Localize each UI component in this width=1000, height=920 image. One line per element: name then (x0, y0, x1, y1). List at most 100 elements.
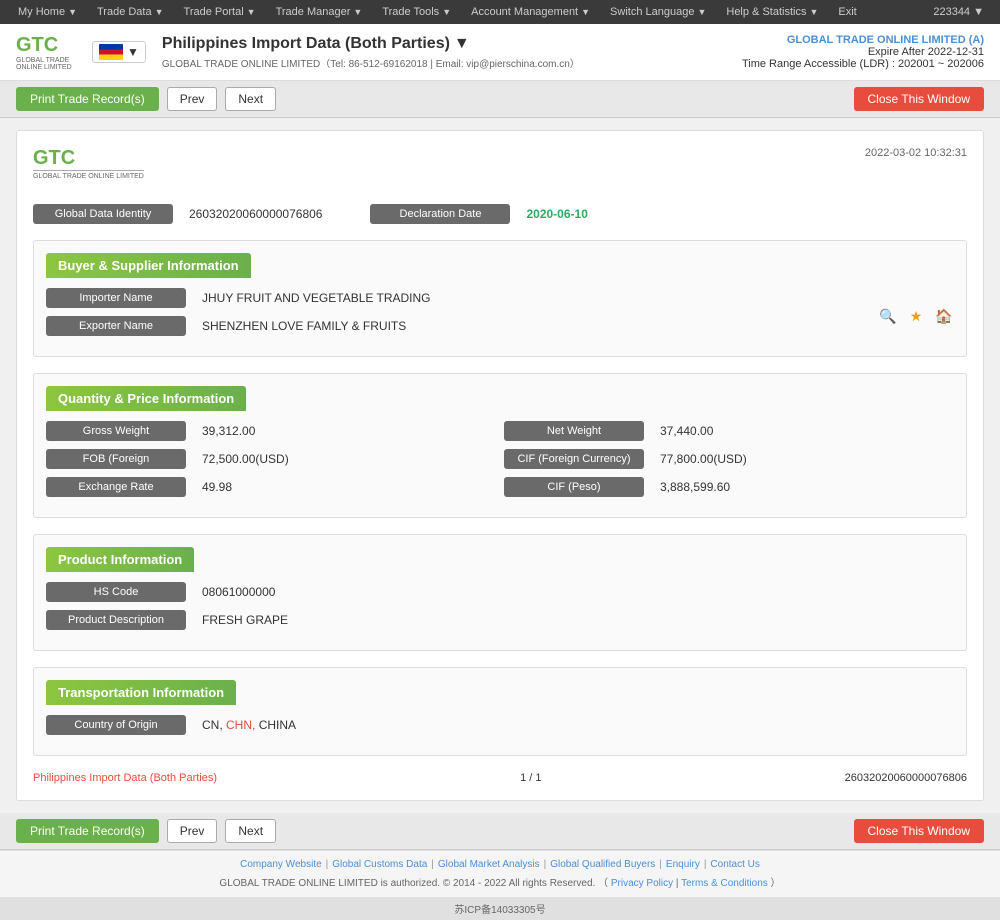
nav-menu: My Home ▼ Trade Data ▼ Trade Portal ▼ Tr… (8, 0, 925, 24)
bottom-next-button[interactable]: Next (225, 819, 276, 843)
global-data-value: 26032020060000076806 (181, 205, 330, 223)
card-logo-sub: GLOBAL TRADE ONLINE LIMITED (33, 170, 144, 180)
bottom-prev-button[interactable]: Prev (167, 819, 218, 843)
chevron-down-icon: ▼ (442, 7, 451, 17)
nav-trade-portal[interactable]: Trade Portal ▼ (174, 0, 266, 24)
country-selector[interactable]: ▼ (92, 41, 146, 63)
main-content: GTC GLOBAL TRADE ONLINE LIMITED 2022-03-… (0, 118, 1000, 813)
global-data-label: Global Data Identity (33, 204, 173, 224)
importer-label: Importer Name (46, 288, 186, 308)
logo-image: GTC GLOBAL TRADE ONLINE LIMITED (16, 32, 76, 72)
search-icon[interactable]: 🔍 (878, 306, 898, 326)
bottom-print-button[interactable]: Print Trade Record(s) (16, 819, 159, 843)
nav-trade-tools[interactable]: Trade Tools ▼ (372, 0, 461, 24)
exchange-rate-label: Exchange Rate (46, 477, 186, 497)
cif-foreign-value: 77,800.00(USD) (652, 450, 755, 468)
importer-row: Importer Name JHUY FRUIT AND VEGETABLE T… (46, 288, 878, 308)
nav-my-home[interactable]: My Home ▼ (8, 0, 87, 24)
gross-weight-label: Gross Weight (46, 421, 186, 441)
origin-china: CHINA (259, 718, 296, 732)
page-title: Philippines Import Data (Both Parties) ▼ (162, 35, 726, 53)
print-trade-record-button[interactable]: Print Trade Record(s) (16, 87, 159, 111)
cif-foreign-label: CIF (Foreign Currency) (504, 449, 644, 469)
footer-privacy-policy[interactable]: Privacy Policy (611, 878, 673, 889)
footer-enquiry[interactable]: Enquiry (666, 859, 700, 870)
global-data-identity-field: Global Data Identity 2603202006000007680… (33, 204, 330, 224)
footer-company-website[interactable]: Company Website (240, 859, 322, 870)
buyer-supplier-title-row: Buyer & Supplier Information (46, 253, 954, 278)
close-window-button[interactable]: Close This Window (854, 87, 984, 111)
logo-text: GTC (16, 34, 76, 57)
quantity-price-section-title: Quantity & Price Information (46, 386, 246, 411)
page-title-area: Philippines Import Data (Both Parties) ▼… (162, 35, 726, 70)
star-icon[interactable]: ★ (906, 306, 926, 326)
nav-account-management[interactable]: Account Management ▼ (461, 0, 600, 24)
footer-contact-us[interactable]: Contact Us (710, 859, 759, 870)
buyer-supplier-row: Importer Name JHUY FRUIT AND VEGETABLE T… (46, 288, 954, 344)
nav-trade-manager[interactable]: Trade Manager ▼ (266, 0, 373, 24)
quantity-price-section: Quantity & Price Information Gross Weigh… (33, 373, 967, 518)
origin-cn: CN, (202, 718, 223, 732)
fob-row: FOB (Foreign 72,500.00(USD) (46, 449, 496, 469)
nav-help-statistics[interactable]: Help & Statistics ▼ (716, 0, 828, 24)
exchange-rate-row: Exchange Rate 49.98 (46, 477, 496, 497)
next-button[interactable]: Next (225, 87, 276, 111)
quantity-price-title-row: Quantity & Price Information (46, 386, 954, 411)
product-desc-value: FRESH GRAPE (194, 611, 296, 629)
footer-global-buyers[interactable]: Global Qualified Buyers (550, 859, 655, 870)
gross-weight-value: 39,312.00 (194, 422, 263, 440)
nav-exit[interactable]: Exit (828, 0, 866, 24)
top-toolbar: Print Trade Record(s) Prev Next Close Th… (0, 81, 1000, 118)
quantity-price-fields: Gross Weight 39,312.00 FOB (Foreign 72,5… (46, 421, 954, 505)
product-title-row: Product Information (46, 547, 954, 572)
product-desc-label: Product Description (46, 610, 186, 630)
declaration-date-label: Declaration Date (370, 204, 510, 224)
bottom-close-button[interactable]: Close This Window (854, 819, 984, 843)
cif-peso-row: CIF (Peso) 3,888,599.60 (504, 477, 954, 497)
cif-foreign-row: CIF (Foreign Currency) 77,800.00(USD) (504, 449, 954, 469)
footer-global-market[interactable]: Global Market Analysis (438, 859, 540, 870)
hs-code-value: 08061000000 (194, 583, 283, 601)
footer-title-link[interactable]: Philippines Import Data (Both Parties) (33, 772, 217, 784)
logo-subtitle: GLOBAL TRADE ONLINE LIMITED (16, 57, 76, 71)
country-origin-label: Country of Origin (46, 715, 186, 735)
philippines-flag-icon (99, 44, 123, 60)
chevron-down-icon: ▼ (68, 7, 77, 17)
account-expire: Expire After 2022-12-31 (742, 46, 984, 58)
footer-copyright: GLOBAL TRADE ONLINE LIMITED is authorize… (16, 874, 984, 889)
user-id[interactable]: 223344 ▼ (925, 6, 992, 18)
hs-code-row: HS Code 08061000000 (46, 582, 954, 602)
chevron-down-icon: ▼ (454, 35, 470, 53)
net-weight-label: Net Weight (504, 421, 644, 441)
identity-row: Global Data Identity 2603202006000007680… (33, 204, 967, 224)
net-weight-value: 37,440.00 (652, 422, 721, 440)
chevron-down-icon: ▼ (155, 7, 164, 17)
bottom-toolbar: Print Trade Record(s) Prev Next Close Th… (0, 813, 1000, 850)
action-icons: 🔍 ★ 🏠 (878, 306, 954, 326)
nav-switch-language[interactable]: Switch Language ▼ (600, 0, 716, 24)
footer-terms-conditions[interactable]: Terms & Conditions (681, 878, 768, 889)
account-range: Time Range Accessible (LDR) : 202001 ~ 2… (742, 58, 984, 70)
chevron-down-icon: ▼ (247, 7, 256, 17)
company-logo: GTC GLOBAL TRADE ONLINE LIMITED (16, 32, 76, 72)
buyer-supplier-section: Buyer & Supplier Information Importer Na… (33, 240, 967, 357)
exporter-row: Exporter Name SHENZHEN LOVE FAMILY & FRU… (46, 316, 878, 336)
chevron-down-icon: ▼ (697, 7, 706, 17)
quantity-right-col: Net Weight 37,440.00 CIF (Foreign Curren… (504, 421, 954, 505)
record-card: GTC GLOBAL TRADE ONLINE LIMITED 2022-03-… (16, 130, 984, 801)
product-section-title: Product Information (46, 547, 194, 572)
nav-trade-data[interactable]: Trade Data ▼ (87, 0, 174, 24)
cif-peso-label: CIF (Peso) (504, 477, 644, 497)
card-logo: GTC GLOBAL TRADE ONLINE LIMITED (33, 147, 144, 180)
home-icon[interactable]: 🏠 (934, 306, 954, 326)
prev-button[interactable]: Prev (167, 87, 218, 111)
transportation-section: Transportation Information Country of Or… (33, 667, 967, 756)
chevron-down-icon: ▼ (127, 45, 139, 59)
footer-global-customs[interactable]: Global Customs Data (332, 859, 427, 870)
cif-peso-value: 3,888,599.60 (652, 478, 738, 496)
exporter-value: SHENZHEN LOVE FAMILY & FRUITS (194, 317, 414, 335)
top-navigation: My Home ▼ Trade Data ▼ Trade Portal ▼ Tr… (0, 0, 1000, 24)
footer-pagination: 1 / 1 (520, 772, 541, 784)
footer-record-id: 26032020060000076806 (845, 772, 967, 784)
declaration-date-field: Declaration Date 2020-06-10 (370, 204, 595, 224)
